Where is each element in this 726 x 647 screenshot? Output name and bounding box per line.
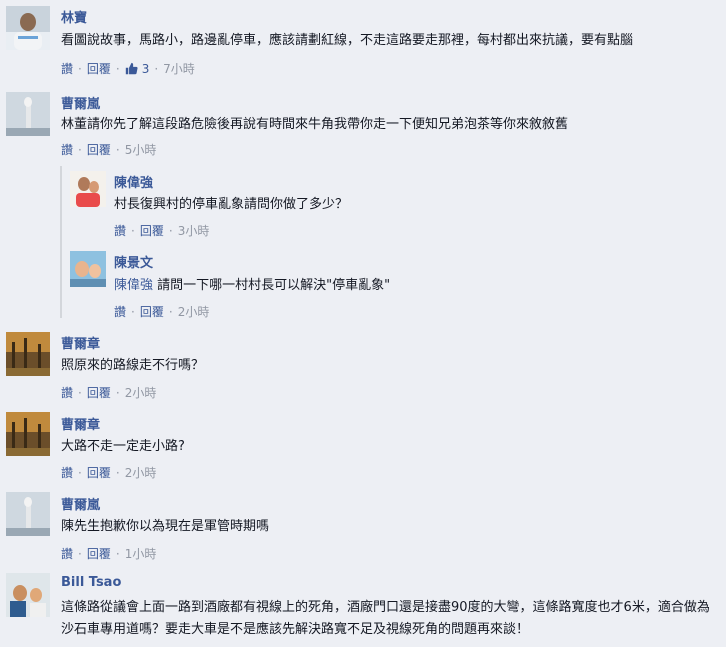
avatar[interactable] bbox=[6, 573, 50, 617]
separator: · bbox=[168, 304, 173, 319]
comment-text: 照原來的路線走不行嗎？ bbox=[61, 358, 205, 373]
separator: · bbox=[78, 385, 82, 400]
comment-item: 曹爾嵐 陳先生抱歉你以為現在是軍管時期嗎 讚 · 回覆 · 1小時 bbox=[0, 488, 726, 568]
commenter-name[interactable]: 林寶 bbox=[61, 7, 87, 26]
timestamp[interactable]: 5小時 bbox=[125, 141, 157, 158]
timestamp[interactable]: 2小時 bbox=[125, 384, 157, 401]
separator: · bbox=[115, 546, 120, 561]
mention-link[interactable]: 陳偉強 bbox=[114, 278, 153, 293]
avatar[interactable] bbox=[6, 92, 50, 136]
separator: · bbox=[78, 546, 82, 561]
separator: · bbox=[115, 465, 120, 480]
comment-actions: 讚 · 回覆 · 1小時 bbox=[61, 545, 156, 562]
comment-item: 曹爾嵐 林董請你先了解這段路危險後再說有時間來牛角我帶你走一下便知兄弟泡茶等你來… bbox=[0, 88, 726, 328]
comment-text: 林董請你先了解這段路危險後再說有時間來牛角我帶你走一下便知兄弟泡茶等你來敘敘舊 bbox=[61, 117, 569, 132]
comment-actions: 讚 · 回覆 · 5小時 bbox=[61, 141, 156, 158]
timestamp[interactable]: 1小時 bbox=[125, 545, 157, 562]
avatar[interactable] bbox=[70, 171, 106, 207]
separator: · bbox=[168, 223, 173, 238]
like-count[interactable]: 3 bbox=[125, 61, 150, 76]
timestamp[interactable]: 7小時 bbox=[163, 60, 195, 77]
comment-item: 曹爾章 大路不走一定走小路? 讚 · 回覆 · 2小時 bbox=[0, 408, 726, 488]
separator: · bbox=[78, 465, 82, 480]
comment-text: 村長復興村的停車亂象請問你做了多少？ bbox=[114, 197, 349, 212]
comment-text: 陳偉強 請問一下哪一村村長可以解決"停車亂象" bbox=[114, 275, 390, 297]
comment-item: 曹爾章 照原來的路線走不行嗎？ 讚 · 回覆 · 2小時 bbox=[0, 328, 726, 408]
timestamp[interactable]: 2小時 bbox=[125, 464, 157, 481]
like-link[interactable]: 讚 bbox=[61, 141, 73, 158]
comment-text: 這條路從議會上面一路到酒廠都有視線上的死角，酒廠門口還是接盡90度的大彎，這條路… bbox=[61, 600, 710, 637]
commenter-name[interactable]: 曹爾嵐 bbox=[61, 93, 100, 112]
like-link[interactable]: 讚 bbox=[61, 384, 73, 401]
reply-link[interactable]: 回覆 bbox=[87, 141, 111, 158]
commenter-name[interactable]: 曹爾章 bbox=[61, 333, 100, 352]
avatar[interactable] bbox=[70, 251, 106, 287]
comment-text-content: 請問一下哪一村村長可以解決"停車亂象" bbox=[157, 278, 391, 293]
like-count-value: 3 bbox=[141, 61, 150, 76]
thumbs-up-icon bbox=[125, 62, 138, 75]
like-link[interactable]: 讚 bbox=[61, 545, 73, 562]
reply-link[interactable]: 回覆 bbox=[140, 222, 164, 239]
commenter-name[interactable]: Bill Tsao bbox=[61, 575, 121, 590]
timestamp[interactable]: 2小時 bbox=[178, 303, 210, 320]
reply-link[interactable]: 回覆 bbox=[87, 60, 111, 77]
commenter-name[interactable]: 曹爾嵐 bbox=[61, 494, 100, 513]
like-link[interactable]: 讚 bbox=[114, 303, 126, 320]
separator: · bbox=[78, 61, 82, 76]
comment-item: Bill Tsao 這條路從議會上面一路到酒廠都有視線上的死角，酒廠門口還是接盡… bbox=[0, 568, 726, 647]
commenter-name[interactable]: 陳景文 bbox=[114, 252, 153, 271]
avatar[interactable] bbox=[6, 412, 50, 456]
comment-actions: 讚 · 回覆 · 3小時 bbox=[114, 222, 209, 239]
reply-link[interactable]: 回覆 bbox=[87, 384, 111, 401]
separator: · bbox=[131, 223, 135, 238]
comment-actions: 讚 · 回覆 · 2小時 bbox=[114, 303, 209, 320]
comment-actions: 讚 · 回覆 · 3 · 7小時 bbox=[61, 60, 195, 77]
commenter-name[interactable]: 陳偉強 bbox=[114, 172, 153, 191]
like-link[interactable]: 讚 bbox=[61, 60, 73, 77]
separator: · bbox=[115, 385, 120, 400]
commenter-name[interactable]: 曹爾章 bbox=[61, 414, 100, 433]
comment-text: 大路不走一定走小路? bbox=[61, 439, 185, 454]
separator: · bbox=[154, 61, 159, 76]
separator: · bbox=[115, 61, 120, 76]
timestamp[interactable]: 3小時 bbox=[178, 222, 210, 239]
reply-thread-line bbox=[60, 166, 62, 318]
reply-link[interactable]: 回覆 bbox=[87, 545, 111, 562]
reply-link[interactable]: 回覆 bbox=[87, 464, 111, 481]
separator: · bbox=[131, 304, 135, 319]
separator: · bbox=[78, 142, 82, 157]
avatar[interactable] bbox=[6, 6, 50, 50]
reply-link[interactable]: 回覆 bbox=[140, 303, 164, 320]
avatar[interactable] bbox=[6, 332, 50, 376]
separator: · bbox=[115, 142, 120, 157]
avatar[interactable] bbox=[6, 492, 50, 536]
like-link[interactable]: 讚 bbox=[61, 464, 73, 481]
like-link[interactable]: 讚 bbox=[114, 222, 126, 239]
comment-text: 看圖說故事，馬路小，路邊亂停車，應該請劃紅線，不走這路要走那裡，每村都出來抗議，… bbox=[61, 33, 634, 48]
comment-actions: 讚 · 回覆 · 2小時 bbox=[61, 464, 156, 481]
comment-actions: 讚 · 回覆 · 2小時 bbox=[61, 384, 156, 401]
comment-text: 陳先生抱歉你以為現在是軍管時期嗎 bbox=[61, 519, 270, 534]
comment-item: 林寶 看圖說故事，馬路小，路邊亂停車，應該請劃紅線，不走這路要走那裡，每村都出來… bbox=[0, 0, 726, 88]
